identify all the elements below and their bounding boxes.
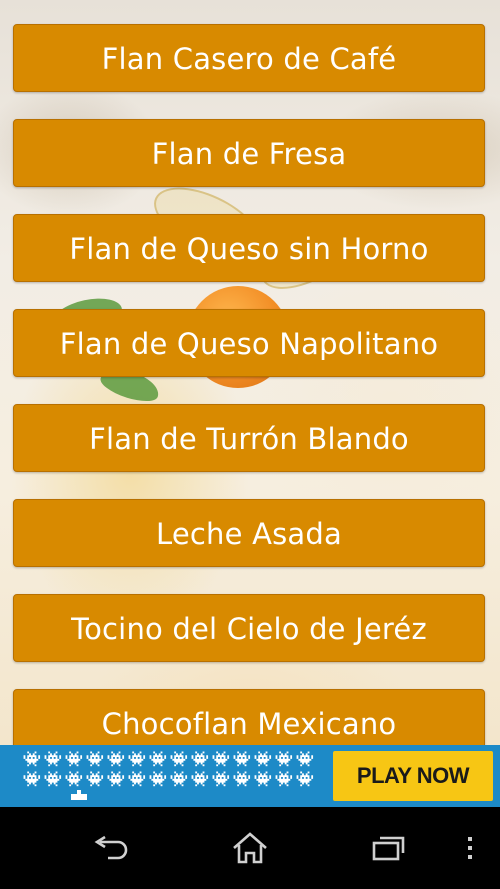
recipe-button-flan-de-queso-sin-horno[interactable]: Flan de Queso sin Horno [13,214,485,282]
invader-icon: 👾 [232,750,252,768]
recipe-button-flan-de-turron-blando[interactable]: Flan de Turrón Blando [13,404,485,472]
space-invaders-graphic: 👾 👾 👾 👾 👾 👾 👾 👾 👾 👾 👾 👾 👾 👾 👾 👾 👾 👾 👾 👾 👾 👾 👾 👾 👾 👾 👾 👾 [22,750,315,788]
invader-icon: 👾 [85,750,105,768]
invader-icon: 👾 [211,770,231,788]
recipe-button-leche-asada[interactable]: Leche Asada [13,499,485,567]
home-icon [233,832,267,864]
invader-icon: 👾 [274,750,294,768]
overflow-menu-icon [468,837,472,859]
invader-icon: 👾 [169,750,189,768]
system-navigation-bar [0,807,500,889]
recipe-button-flan-casero-de-cafe[interactable]: Flan Casero de Café [13,24,485,92]
invader-icon: 👾 [211,750,231,768]
invader-icon: 👾 [127,750,147,768]
invader-icon: 👾 [43,750,63,768]
recipe-button-chocoflan-mexicano[interactable]: Chocoflan Mexicano [13,689,485,745]
invader-icon: 👾 [232,770,252,788]
invader-icon: 👾 [190,750,210,768]
invader-icon: 👾 [148,770,168,788]
invader-icon: 👾 [43,770,63,788]
recents-button[interactable] [349,807,429,889]
invader-icon: 👾 [64,750,84,768]
home-button[interactable] [210,807,290,889]
invader-icon: 👾 [106,750,126,768]
invader-icon: 👾 [274,770,294,788]
invader-icon: 👾 [148,750,168,768]
back-button[interactable] [72,807,152,889]
invader-icon: 👾 [22,750,42,768]
ad-banner[interactable]: 👾 👾 👾 👾 👾 👾 👾 👾 👾 👾 👾 👾 👾 👾 👾 👾 👾 👾 👾 👾 👾 👾 👾 👾 👾 👾 👾 👾 PLAY NOW [0,745,500,807]
invader-icon: 👾 [190,770,210,788]
invader-icon: 👾 [127,770,147,788]
invader-icon: 👾 [106,770,126,788]
invader-icon: 👾 [22,770,42,788]
invader-icon: 👾 [85,770,105,788]
player-ship-icon [71,790,87,800]
play-now-button[interactable]: PLAY NOW [333,751,493,801]
recipe-list[interactable]: Flan Casero de Café Flan de Fresa Flan d… [0,0,500,745]
recents-icon [372,836,405,861]
invader-icon: 👾 [169,770,189,788]
invader-icon: 👾 [253,770,273,788]
recipe-button-tocino-del-cielo-de-jerez[interactable]: Tocino del Cielo de Jeréz [13,594,485,662]
overflow-menu-button[interactable] [430,807,500,889]
recipe-button-flan-de-queso-napolitano[interactable]: Flan de Queso Napolitano [13,309,485,377]
invader-icon: 👾 [295,750,315,768]
recipe-button-flan-de-fresa[interactable]: Flan de Fresa [13,119,485,187]
invader-icon: 👾 [295,770,315,788]
back-icon [94,835,128,860]
invader-icon: 👾 [253,750,273,768]
invader-icon: 👾 [64,770,84,788]
